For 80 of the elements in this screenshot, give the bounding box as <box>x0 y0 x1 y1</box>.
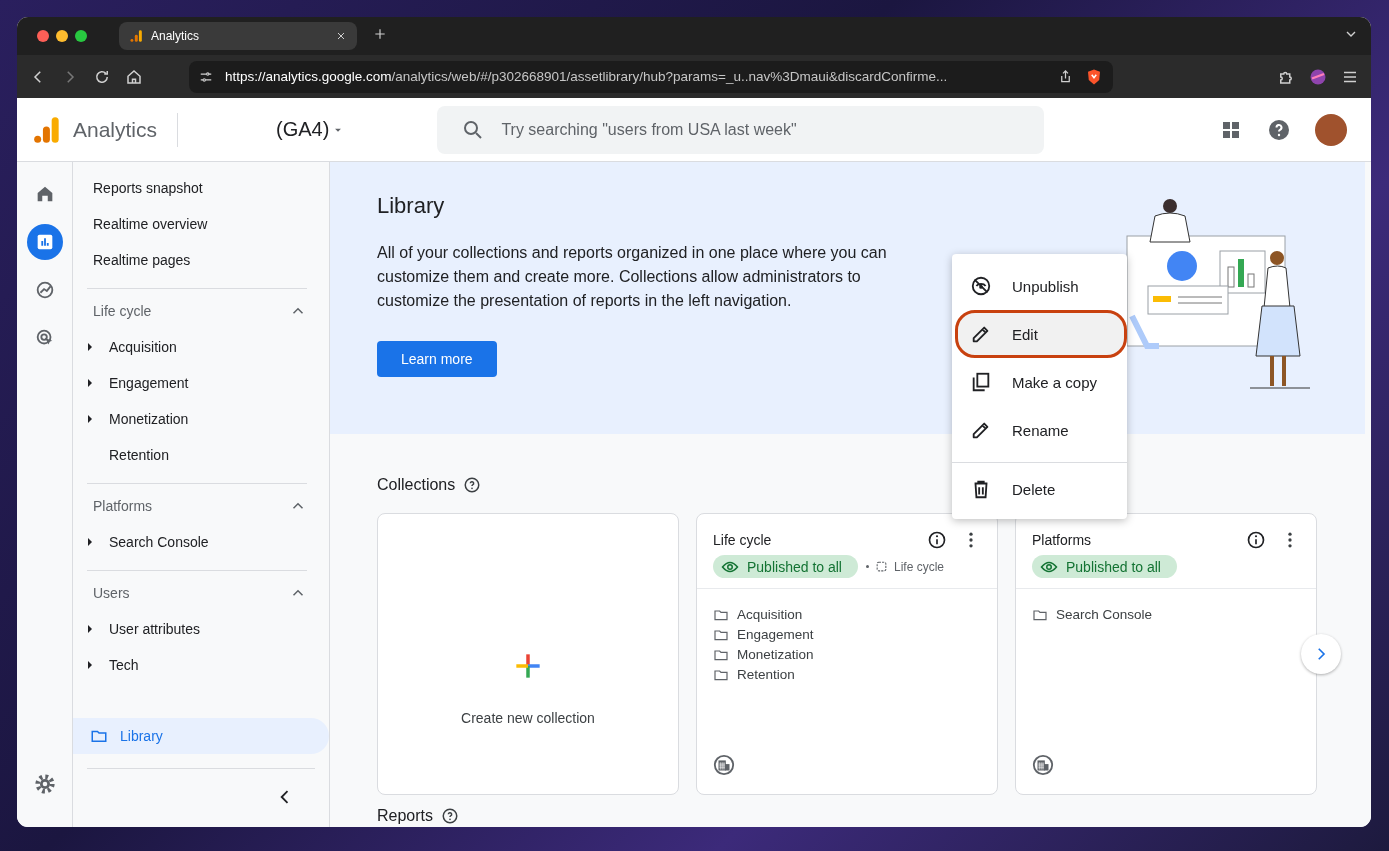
app-name: Analytics <box>73 117 158 142</box>
nav-item[interactable]: Retention <box>109 447 169 463</box>
nav-section-title: Users <box>93 585 131 601</box>
library-nav-item[interactable]: Library <box>73 718 329 754</box>
separator-dot <box>865 565 869 568</box>
collections-heading: Collections <box>377 476 456 494</box>
profile-icon[interactable] <box>1309 67 1327 86</box>
home-icon[interactable] <box>125 67 143 86</box>
analytics-logo-icon <box>33 115 61 144</box>
caret-icon[interactable] <box>86 414 94 424</box>
template-icon <box>874 560 888 573</box>
menu-item[interactable]: Make a copy <box>952 358 1127 406</box>
collection-title: Platforms <box>1032 532 1093 548</box>
copy-icon <box>970 371 992 393</box>
template-name: Life cycle <box>893 559 944 574</box>
folder-name: Retention <box>737 667 795 682</box>
close-window-button[interactable] <box>37 30 49 42</box>
building-globe-icon <box>713 754 735 776</box>
nav-item[interactable]: Realtime pages <box>73 242 329 278</box>
menu-item[interactable]: Edit <box>955 310 1127 358</box>
circle-shape <box>1167 251 1197 281</box>
shield-icon[interactable] <box>1085 67 1103 86</box>
published-status-chip: Published to all <box>713 555 858 578</box>
library-title: Library <box>377 193 446 219</box>
collection-card[interactable]: Life cycle Published to all Life cycle Acquisition Engagement Monetization Retention <box>696 513 998 795</box>
folder-name: Engagement <box>737 627 814 642</box>
nav-item[interactable]: Tech <box>109 657 139 673</box>
caret-icon[interactable] <box>86 537 94 547</box>
bar-chart-card-drawing <box>1219 250 1266 294</box>
nav-item[interactable]: Acquisition <box>109 339 177 355</box>
create-collection-label: Create new collection <box>461 710 595 726</box>
collection-title: Life cycle <box>713 532 773 548</box>
nav-section-title: Platforms <box>93 498 154 514</box>
close-icon[interactable] <box>335 30 347 42</box>
folder-name: Search Console <box>1056 607 1153 622</box>
property-selector[interactable]: (GA4) <box>276 118 346 141</box>
published-status-chip: Published to all <box>1032 555 1177 578</box>
analytics-logo-icon <box>129 29 143 43</box>
tab-title: Analytics <box>151 29 201 43</box>
library-description: All of your collections and reports organized in one place where you can customize them and create more. Collections allow administrators to customize the presentation of reports in the left navigation. <box>377 243 888 311</box>
settings-icon[interactable] <box>33 773 56 795</box>
menu-item[interactable]: Unpublish <box>952 262 1127 310</box>
plus-icon <box>514 652 542 680</box>
folder-name: Acquisition <box>737 607 803 622</box>
bar-chart-button[interactable] <box>26 224 63 260</box>
seated-person-drawing <box>1149 199 1191 243</box>
learn-more-button[interactable]: Learn more <box>377 341 497 377</box>
help-icon[interactable] <box>1267 117 1291 142</box>
address-bar[interactable]: https://analytics.google.com/analytics/web/#/p302668901/assetlibrary/hub?params=_u..nav%3Dmaui&discardConfirme... <box>189 60 1113 93</box>
info-icon[interactable] <box>1246 530 1266 550</box>
new-tab-icon[interactable] <box>373 27 387 41</box>
nav-item[interactable]: Search Console <box>109 534 209 550</box>
folder-name: Monetization <box>737 647 814 662</box>
browser-tab[interactable]: Analytics <box>119 22 357 50</box>
menu-item[interactable]: Rename <box>952 406 1127 454</box>
caret-icon[interactable] <box>86 342 94 352</box>
nav-item[interactable]: Monetization <box>109 411 189 427</box>
site-settings-icon <box>199 69 213 84</box>
caret-icon[interactable] <box>86 378 94 388</box>
url-text: https://analytics.google.com/analytics/web/#/p302668901/assetlibrary/hub?params=_u..nav%3Dmaui&discardConfirme... <box>225 69 949 84</box>
nav-item[interactable]: Reports snapshot <box>73 170 329 206</box>
help-outline-icon[interactable] <box>463 476 482 494</box>
collection-card[interactable]: Platforms Published to all Search Console <box>1015 513 1317 795</box>
nav-item[interactable]: Realtime overview <box>73 206 329 242</box>
unpublish-icon <box>970 275 992 297</box>
nav-item[interactable]: Engagement <box>109 375 189 391</box>
search-field[interactable]: Try searching "users from USA last week" <box>437 105 1045 154</box>
help-outline-icon[interactable] <box>441 807 460 825</box>
avatar[interactable] <box>1315 113 1347 146</box>
maximize-window-button[interactable] <box>75 30 87 42</box>
minimize-window-button[interactable] <box>56 30 68 42</box>
nav-section-title: Life cycle <box>93 303 153 319</box>
reports-heading: Reports <box>377 807 434 825</box>
caret-icon[interactable] <box>86 660 94 670</box>
info-icon[interactable] <box>927 530 947 550</box>
create-collection-card[interactable]: Create new collection <box>377 513 679 795</box>
share-icon[interactable] <box>1058 69 1073 84</box>
building-globe-icon <box>1032 754 1054 776</box>
caret-icon[interactable] <box>86 624 94 634</box>
nav-item[interactable]: User attributes <box>109 621 201 637</box>
